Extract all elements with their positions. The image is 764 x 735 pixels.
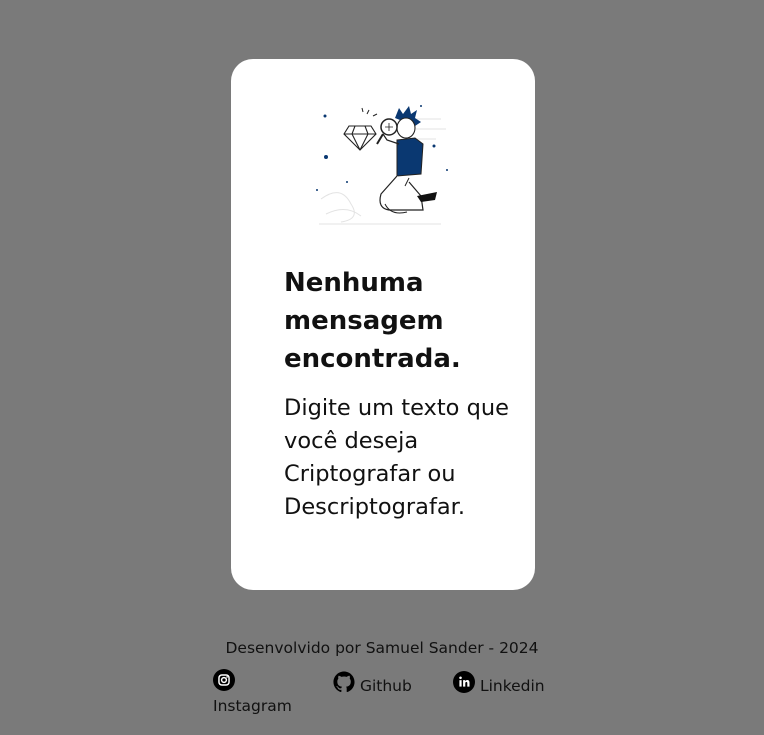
github-label: Github: [359, 677, 412, 695]
person-with-magnifier-illustration: [316, 105, 448, 225]
github-link[interactable]: Github: [333, 671, 412, 697]
footer-credit: Desenvolvido por Samuel Sander - 2024: [225, 639, 539, 657]
linkedin-icon: [453, 671, 475, 693]
instagram-label: Instagram: [213, 697, 292, 715]
empty-message-title: Nenhuma mensagem encontrada.: [284, 268, 461, 374]
github-icon: [333, 671, 355, 693]
linkedin-link[interactable]: Linkedin: [453, 671, 545, 697]
output-card: Nenhuma mensagem encontrada. Digite um t…: [231, 59, 535, 590]
linkedin-label: Linkedin: [479, 677, 545, 695]
instagram-icon: [213, 669, 235, 691]
empty-message-description: Digite um texto que você deseja Criptogr…: [284, 395, 509, 520]
instagram-link[interactable]: Instagram: [213, 669, 303, 717]
